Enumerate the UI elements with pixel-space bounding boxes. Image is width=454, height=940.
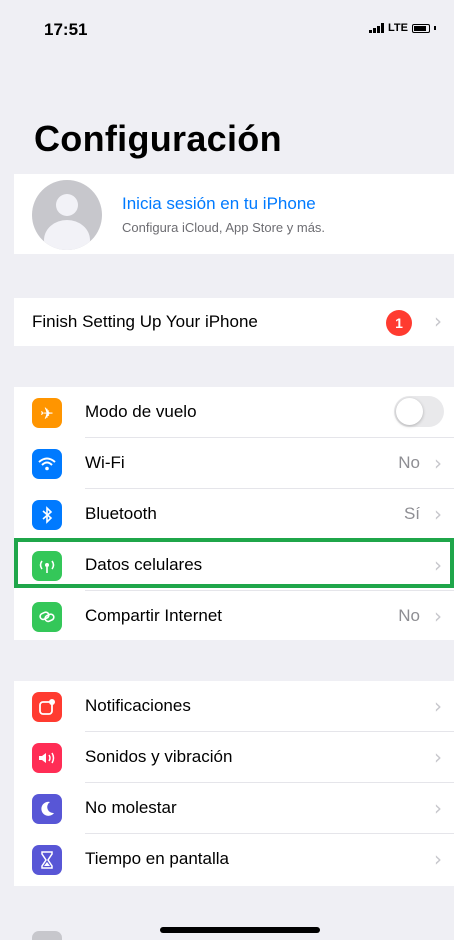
moon-icon	[32, 794, 62, 824]
status-time: 17:51	[44, 20, 88, 39]
apple-id-row[interactable]: Inicia sesión en tu iPhone Configura iCl…	[14, 174, 454, 254]
cellular-icon	[32, 551, 62, 581]
chevron-right-icon: ›	[434, 502, 442, 526]
sign-in-subtitle: Configura iCloud, App Store y más.	[122, 220, 326, 235]
settings-row-notifications[interactable]: Notificaciones ›	[14, 681, 454, 732]
notifications-icon	[32, 692, 62, 722]
home-indicator[interactable]	[160, 927, 320, 933]
row-label: Tiempo en pantalla	[85, 849, 229, 868]
settings-row-screen-time[interactable]: Tiempo en pantalla ›	[14, 834, 454, 885]
connectivity-group: ✈ Modo de vuelo Wi-Fi No › Bluetooth Sí …	[14, 387, 454, 640]
battery-tip	[434, 26, 436, 30]
settings-row-wifi[interactable]: Wi-Fi No ›	[14, 438, 454, 489]
sign-in-link[interactable]: Inicia sesión en tu iPhone	[122, 194, 316, 214]
chevron-right-icon: ›	[434, 309, 442, 333]
notifications-group: Notificaciones › Sonidos y vibración › N…	[14, 681, 454, 886]
signal-icon	[369, 23, 385, 33]
row-label: Sonidos y vibración	[85, 747, 233, 766]
row-label: Datos celulares	[85, 555, 203, 574]
chevron-right-icon: ›	[434, 847, 442, 871]
settings-row-cellular[interactable]: Datos celulares ›	[14, 540, 454, 591]
hotspot-icon	[32, 602, 62, 632]
status-bar: 17:51 LTE	[0, 0, 454, 58]
row-label: Bluetooth	[85, 504, 157, 523]
chevron-right-icon: ›	[434, 694, 442, 718]
chevron-right-icon: ›	[434, 451, 442, 475]
chevron-right-icon: ›	[434, 553, 442, 577]
row-value: Sí	[403, 504, 420, 523]
settings-row-hotspot[interactable]: Compartir Internet No ›	[14, 591, 454, 642]
next-row-icon	[32, 931, 62, 940]
finish-setup-row[interactable]: Finish Setting Up Your iPhone 1 ›	[14, 298, 454, 346]
row-value: No	[398, 453, 420, 472]
network-label: LTE	[388, 22, 408, 34]
sounds-icon	[32, 743, 62, 773]
row-label: Compartir Internet	[85, 606, 222, 625]
row-label: No molestar	[85, 798, 177, 817]
row-label: Notificaciones	[85, 696, 191, 715]
chevron-right-icon: ›	[434, 745, 442, 769]
notification-badge: 1	[386, 310, 412, 336]
status-indicators: LTE	[369, 22, 436, 34]
wifi-icon	[32, 449, 62, 479]
settings-row-airplane-mode[interactable]: ✈ Modo de vuelo	[14, 387, 454, 438]
row-value: No	[398, 606, 420, 625]
row-label: Wi-Fi	[85, 453, 125, 472]
bluetooth-icon	[32, 500, 62, 530]
settings-row-sounds[interactable]: Sonidos y vibración ›	[14, 732, 454, 783]
finish-setup-label: Finish Setting Up Your iPhone	[32, 312, 258, 331]
chevron-right-icon: ›	[434, 796, 442, 820]
page-title: Configuración	[34, 118, 282, 159]
avatar	[32, 180, 102, 250]
row-label: Modo de vuelo	[85, 402, 197, 421]
airplane-icon: ✈	[32, 398, 62, 428]
airplane-mode-toggle[interactable]	[394, 396, 444, 427]
settings-row-bluetooth[interactable]: Bluetooth Sí ›	[14, 489, 454, 540]
hourglass-icon	[32, 845, 62, 875]
settings-row-do-not-disturb[interactable]: No molestar ›	[14, 783, 454, 834]
chevron-right-icon: ›	[434, 604, 442, 628]
battery-icon	[412, 23, 430, 33]
